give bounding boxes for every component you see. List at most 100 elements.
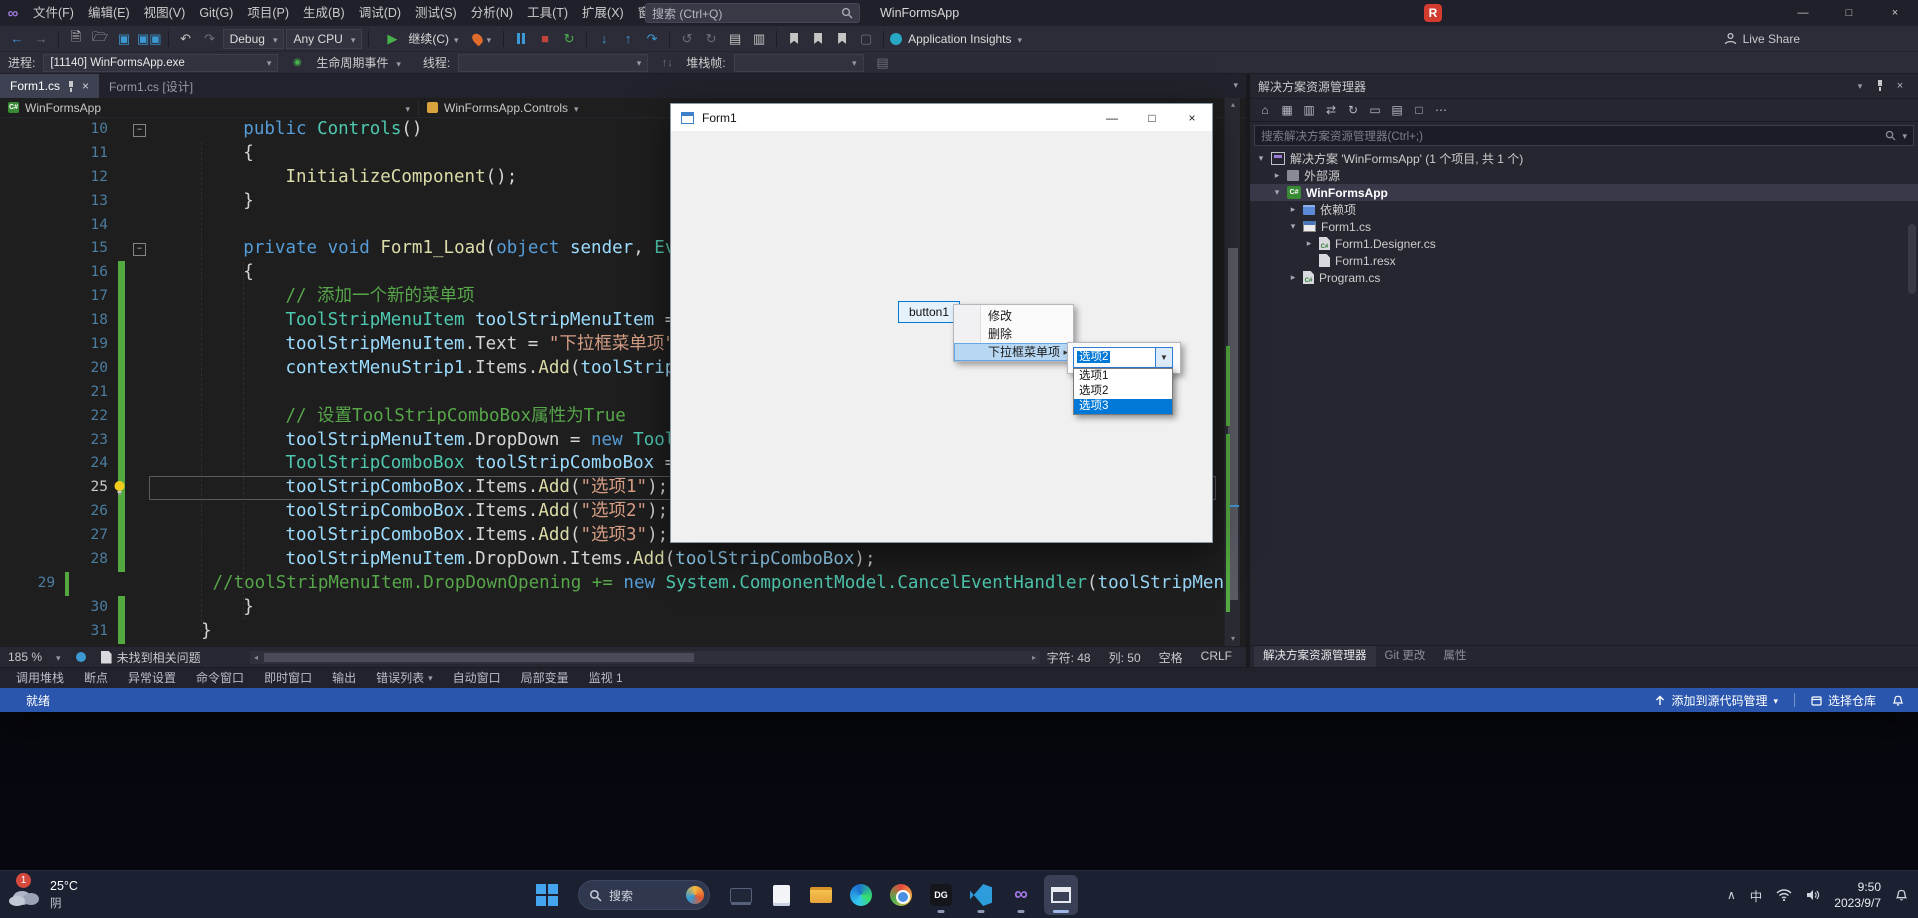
chevron-down-icon[interactable] [396, 54, 401, 72]
expand-arrow-icon[interactable]: ▸ [1304, 238, 1314, 249]
chevron-down-icon[interactable] [56, 650, 61, 664]
tool-window-tab-1[interactable]: 断点 [74, 668, 118, 689]
flag-threads-icon[interactable]: ↑↓ [656, 53, 678, 73]
close-icon[interactable]: × [1890, 80, 1910, 92]
scrollbar-thumb[interactable] [264, 653, 694, 662]
collapse-all-icon[interactable]: ▭ [1364, 101, 1386, 120]
pin-icon[interactable] [67, 80, 75, 92]
tree-item-3[interactable]: ▸ 依赖项 [1250, 201, 1918, 218]
navigate-forward-history-icon[interactable]: ↻ [700, 29, 722, 49]
switch-views-icon[interactable]: ▦ [1276, 101, 1298, 120]
pin-icon[interactable] [1870, 79, 1890, 94]
minimize-button[interactable]: — [1780, 0, 1826, 26]
tool-window-tab-7[interactable]: 自动窗口 [443, 668, 511, 689]
new-file-icon[interactable]: 🗎 [65, 29, 87, 49]
window-layout-icon[interactable]: ▢ [855, 29, 877, 49]
scroll-right-icon[interactable]: ▸ [1028, 651, 1040, 664]
collapse-arrow-icon[interactable]: ▾ [1288, 221, 1298, 232]
tool-window-tab-3[interactable]: 命令窗口 [186, 668, 254, 689]
combo-option-0[interactable]: 选项1 [1074, 369, 1172, 384]
menu-item-0[interactable]: 文件(F) [26, 0, 81, 26]
scroll-left-icon[interactable]: ◂ [250, 651, 262, 664]
add-to-source-control-button[interactable]: 添加到源代码管理 [1655, 692, 1778, 709]
wifi-icon[interactable] [1776, 889, 1792, 901]
expand-arrow-icon[interactable]: ▸ [1288, 272, 1298, 283]
taskbar-search[interactable]: 搜索 [578, 880, 710, 910]
maximize-button[interactable]: □ [1826, 0, 1872, 26]
notifications-bell-icon[interactable] [1892, 694, 1904, 707]
stack-frame-dropdown[interactable] [733, 53, 864, 72]
document-well-dropdown-icon[interactable] [1233, 80, 1238, 91]
code-line-28[interactable]: 28 toolStripMenuItem.DropDown.Items.Add(… [0, 548, 1224, 572]
code-health-indicator[interactable]: 未找到相关问题 [100, 649, 201, 666]
find-in-files-icon[interactable]: ▥ [748, 29, 770, 49]
stop-debugging-icon[interactable]: ■ [534, 29, 556, 49]
properties-icon[interactable]: ▤ [1386, 101, 1408, 120]
tree-item-1[interactable]: ▸ 外部源 [1250, 167, 1918, 184]
expand-arrow-icon[interactable]: ▸ [1288, 204, 1298, 215]
panel-scrollbar-thumb[interactable] [1908, 224, 1916, 294]
solution-explorer-header[interactable]: 解决方案资源管理器 × [1250, 74, 1918, 98]
tool-window-tab-5[interactable]: 输出 [322, 668, 366, 689]
previous-bookmark-icon[interactable] [807, 29, 829, 49]
editor-vertical-scrollbar[interactable]: ▴ ▾ [1224, 98, 1240, 646]
tool-window-tab-9[interactable]: 监视 1 [579, 668, 633, 689]
quick-actions-lightbulb-icon[interactable] [112, 480, 127, 496]
solution-platforms-dropdown[interactable]: Any CPU [286, 28, 363, 49]
collapse-arrow-icon[interactable]: ▾ [1256, 153, 1266, 164]
code-line-31[interactable]: 31 } [0, 619, 1224, 644]
form1-title-bar[interactable]: Form1 — □ × [671, 104, 1212, 131]
menu-item-3[interactable]: Git(G) [192, 0, 240, 26]
menu-item-8[interactable]: 分析(N) [464, 0, 520, 26]
lifecycle-events-label[interactable]: 生命周期事件 [316, 54, 388, 71]
menu-item-4[interactable]: 项目(P) [240, 0, 296, 26]
open-file-icon[interactable]: 🗁 [89, 29, 111, 49]
panel-tab-0[interactable]: 解决方案资源管理器 [1254, 646, 1376, 667]
select-repository-button[interactable]: 选择仓库 [1811, 692, 1876, 709]
toolstrip-combobox[interactable]: 选项2 ▼ [1073, 347, 1173, 368]
break-all-icon[interactable] [510, 29, 532, 49]
code-line-29[interactable]: 29 //toolStripMenuItem.DropDownOpening +… [0, 571, 1224, 596]
combobox-dropdown-button[interactable]: ▼ [1155, 348, 1172, 367]
tree-item-5[interactable]: ▸ Form1.Designer.cs [1250, 235, 1918, 252]
step-out-icon[interactable]: ↑ [617, 29, 639, 49]
combo-option-1[interactable]: 选项2 [1074, 384, 1172, 399]
quick-search-box[interactable]: 搜索 (Ctrl+Q) [645, 3, 860, 23]
ime-indicator[interactable]: 中 [1750, 886, 1763, 905]
minimize-button[interactable]: — [1092, 104, 1132, 131]
button1[interactable]: button1 [898, 301, 960, 323]
dg-app-icon[interactable]: DG [924, 875, 958, 915]
live-share-button[interactable]: Live Share [1724, 26, 1800, 51]
save-icon[interactable]: ▣ [113, 29, 135, 49]
close-button[interactable]: × [1872, 0, 1918, 26]
panel-tab-2[interactable]: 属性 [1434, 646, 1475, 667]
spaces-indicator[interactable]: 空格 [1159, 649, 1183, 666]
refresh-icon[interactable]: ↻ [1342, 101, 1364, 120]
document-outline-icon[interactable]: ▤ [724, 29, 746, 49]
save-all-icon[interactable]: ▣▣ [137, 29, 162, 49]
type-dropdown[interactable]: WinFormsApp.Controls [418, 100, 587, 115]
home-icon[interactable]: ⌂ [1254, 101, 1276, 120]
edge-browser-icon[interactable] [844, 875, 878, 915]
menu-item-7[interactable]: 测试(S) [408, 0, 464, 26]
fold-collapse-icon[interactable] [125, 118, 159, 142]
fold-collapse-icon[interactable] [125, 237, 159, 261]
redo-icon[interactable]: ↷ [199, 29, 221, 49]
chevron-down-icon[interactable] [1902, 130, 1907, 142]
zoom-level[interactable]: 185 % [8, 650, 42, 664]
combo-option-2[interactable]: 选项3 [1074, 399, 1172, 414]
tree-item-4[interactable]: ▾ Form1.cs [1250, 218, 1918, 235]
scroll-up-icon[interactable]: ▴ [1225, 98, 1241, 112]
chrome-browser-icon[interactable] [884, 875, 918, 915]
volume-icon[interactable] [1806, 889, 1820, 901]
visual-studio-icon[interactable]: ∞ [1004, 875, 1038, 915]
tree-item-0[interactable]: ▾ 解决方案 'WinFormsApp' (1 个项目, 共 1 个) [1250, 150, 1918, 167]
close-icon[interactable]: × [82, 79, 89, 93]
preview-selected-icon[interactable]: □ [1408, 101, 1430, 120]
hot-reload-button[interactable] [467, 29, 498, 49]
more-options-icon[interactable]: ⋯ [1430, 101, 1452, 120]
notepad-app-icon[interactable] [764, 875, 798, 915]
solution-configurations-dropdown[interactable]: Debug [222, 28, 285, 49]
close-button[interactable]: × [1172, 104, 1212, 131]
collapse-arrow-icon[interactable]: ▾ [1272, 187, 1282, 198]
